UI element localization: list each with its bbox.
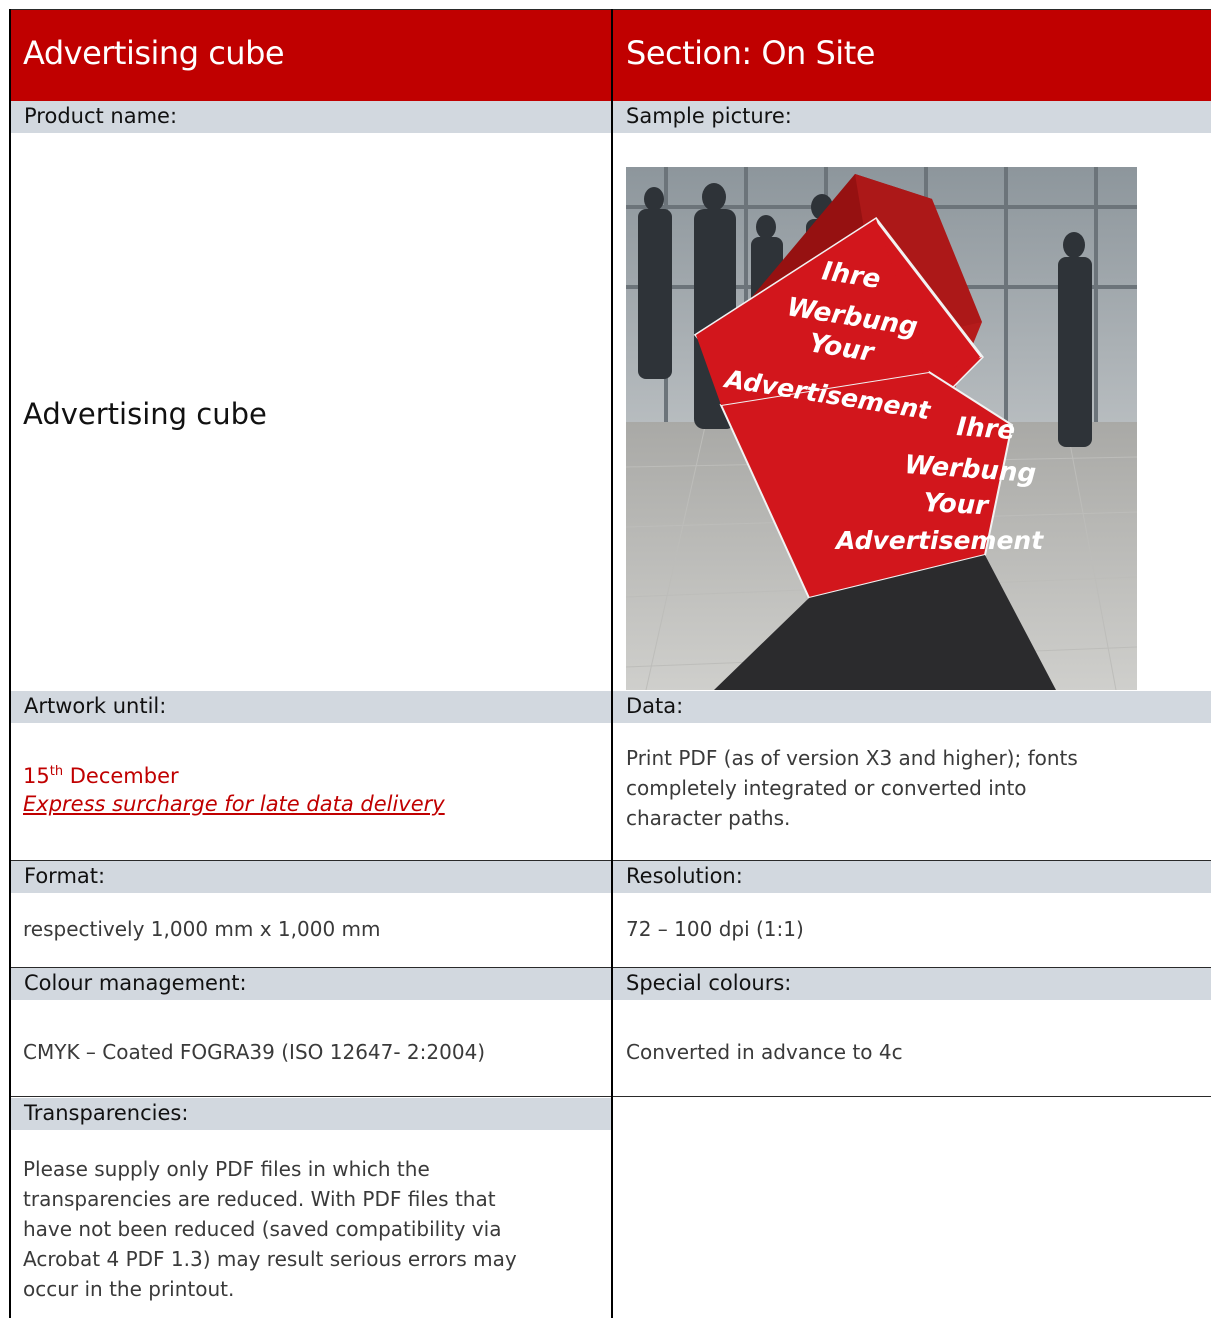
colour-management-label: Colour management:: [24, 971, 247, 995]
artwork-date-month: December: [63, 764, 179, 788]
product-name-label: Product name:: [24, 104, 178, 128]
transparencies-line-4: Acrobat 4 PDF 1.3) may result serious er…: [23, 1247, 517, 1271]
data-line-1: Print PDF (as of version X3 and higher);…: [626, 746, 1078, 770]
transparencies-line-1: Please supply only PDF files in which th…: [23, 1157, 430, 1181]
resolution-label: Resolution:: [626, 864, 743, 888]
sample-picture-label-bar: Sample picture:: [613, 101, 1211, 133]
data-label-bar: Data:: [613, 691, 1211, 723]
special-colours-value: Converted in advance to 4c: [626, 1040, 903, 1064]
sample-picture-label: Sample picture:: [626, 104, 792, 128]
advertising-cube-photo: Ihre Werbung Your Advertisement Ihre Wer…: [626, 167, 1137, 690]
format-label: Format:: [24, 864, 106, 888]
transparencies-label-bar: Transparencies:: [11, 1098, 611, 1130]
product-title: Advertising cube: [23, 34, 285, 72]
left-border: [9, 9, 11, 1318]
colour-management-value: CMYK – Coated FOGRA39 (ISO 12647- 2:2004…: [23, 1040, 486, 1064]
transparencies-line-5: occur in the printout.: [23, 1277, 235, 1301]
resolution-label-bar: Resolution:: [613, 861, 1211, 893]
resolution-value: 72 – 100 dpi (1:1): [626, 917, 804, 941]
cube-bottom-line-3: Your: [923, 488, 991, 521]
column-divider: [611, 9, 613, 1318]
product-header-bar: Advertising cube: [9, 9, 612, 103]
product-name-label-bar: Product name:: [11, 101, 611, 133]
transparencies-line-2: transparencies are reduced. With PDF fil…: [23, 1187, 496, 1211]
colour-management-label-bar: Colour management:: [11, 968, 611, 1000]
express-surcharge-link[interactable]: Express surcharge for late data delivery: [23, 791, 445, 817]
artwork-deadline: 15th December: [23, 763, 179, 789]
special-colours-label: Special colours:: [626, 971, 792, 995]
spec-sheet: Advertising cube Section: On Site Produc…: [9, 9, 1211, 1318]
data-line-2: completely integrated or converted into: [626, 776, 1027, 800]
format-value: respectively 1,000 mm x 1,000 mm: [23, 917, 381, 941]
format-label-bar: Format:: [11, 861, 611, 893]
transparencies-label: Transparencies:: [24, 1101, 189, 1125]
section-title: Section: On Site: [626, 34, 875, 72]
artwork-label: Artwork until:: [24, 694, 167, 718]
product-name-value: Advertising cube: [23, 397, 267, 431]
artwork-date-day: 15: [23, 764, 50, 788]
cube-bottom-line-1: Ihre: [956, 412, 1017, 446]
special-colours-label-bar: Special colours:: [613, 968, 1211, 1000]
cube-bottom-line-4: Advertisement: [834, 526, 1044, 555]
artwork-label-bar: Artwork until:: [11, 691, 611, 723]
transparencies-line-3: have not been reduced (saved compatibili…: [23, 1217, 502, 1241]
data-line-3: character paths.: [626, 806, 791, 830]
data-label: Data:: [626, 694, 684, 718]
sample-picture: Ihre Werbung Your Advertisement Ihre Wer…: [626, 167, 1137, 690]
artwork-date-suffix: th: [49, 764, 64, 779]
row-divider-transparencies: [9, 1096, 1211, 1097]
section-header-bar: Section: On Site: [612, 9, 1211, 103]
